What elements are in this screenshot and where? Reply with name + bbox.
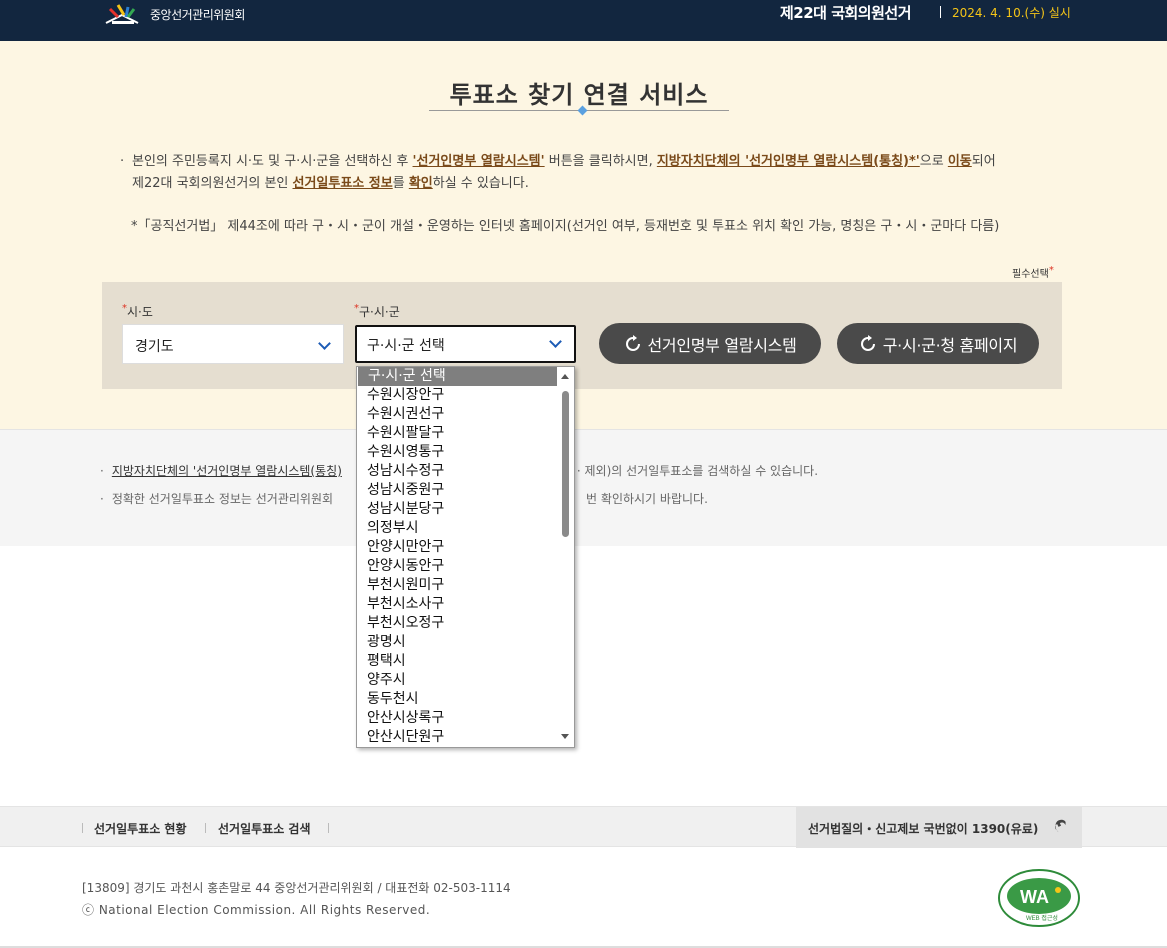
gu-label-wrap: *구·시·군 bbox=[354, 303, 400, 320]
nav-divider bbox=[82, 823, 83, 833]
footer-copyright: ⓒ National Election Commission. All Righ… bbox=[82, 903, 431, 917]
desc-text: 본인의 주민등록지 시·도 및 구·시·군을 선택하신 후 bbox=[132, 154, 413, 169]
polling-status-link[interactable]: 선거일투표소 현황 bbox=[94, 820, 187, 837]
dropdown-option[interactable]: 수원시영통구 bbox=[357, 443, 557, 462]
wa-text: WA bbox=[1020, 887, 1049, 907]
dropdown-option[interactable]: 부천시원미구 bbox=[357, 576, 557, 595]
info-section: · 지방자치단체의 '선거인명부 열람시스템(통칭) · 제외)의 선거일투표소를 … bbox=[0, 429, 1167, 546]
desc-text: 되어 bbox=[971, 154, 996, 169]
desc-highlight-polling-info: 선거일투표소 정보 bbox=[292, 176, 393, 191]
dropdown-option[interactable]: 안산시상록구 bbox=[357, 709, 557, 728]
service-description: · 본인의 주민등록지 시·도 및 구·시·군을 선택하신 후 '선거인명부 열… bbox=[120, 151, 1060, 195]
dropdown-option[interactable]: 광명시 bbox=[357, 633, 557, 652]
dropdown-option[interactable]: 수원시장안구 bbox=[357, 386, 557, 405]
dropdown-option[interactable]: 안양시만안구 bbox=[357, 538, 557, 557]
required-note: 필수선택* bbox=[1012, 265, 1054, 280]
dropdown-option[interactable]: 성남시수정구 bbox=[357, 462, 557, 481]
sido-label-wrap: *시·도 bbox=[122, 303, 153, 320]
dropdown-option[interactable]: 부천시소사구 bbox=[357, 595, 557, 614]
info-text: · 제외)의 선거일투표소를 검색하실 수 있습니다. bbox=[576, 464, 819, 478]
phone-icon bbox=[1055, 819, 1066, 833]
dropdown-option[interactable]: 성남시중원구 bbox=[357, 481, 557, 500]
bullet-icon: · bbox=[100, 492, 104, 506]
dropdown-option[interactable]: 동두천시 bbox=[357, 690, 557, 709]
title-divider bbox=[940, 6, 941, 18]
sido-label: 시·도 bbox=[127, 305, 153, 319]
nec-logo-icon bbox=[105, 4, 139, 24]
scroll-thumb[interactable] bbox=[562, 391, 569, 537]
dropdown-option[interactable]: 성남시분당구 bbox=[357, 500, 557, 519]
desc-text: 하실 수 있습니다. bbox=[432, 176, 529, 191]
gu-label: 구·시·군 bbox=[359, 305, 400, 319]
bullet-icon: · bbox=[120, 154, 125, 169]
registry-system-label: 선거인명부 열람시스템 bbox=[647, 335, 797, 355]
desc-text: 버튼을 클릭하시면, bbox=[544, 154, 657, 169]
district-homepage-label: 구·시·군·청 홈페이지 bbox=[882, 335, 1018, 355]
info-text: 정확한 선거일투표소 정보는 선거관리위원회 bbox=[111, 492, 334, 506]
logo-text: 중앙선거관리위원회 bbox=[150, 7, 245, 22]
refresh-icon bbox=[625, 334, 640, 351]
nec-logo[interactable]: 중앙선거관리위원회 bbox=[104, 0, 245, 28]
gu-select-value: 구·시·군 선택 bbox=[367, 338, 445, 354]
desc-text: 으로 bbox=[919, 154, 948, 169]
district-homepage-button[interactable]: 구·시·군·청 홈페이지 bbox=[837, 323, 1039, 364]
info-text: 번 확인하시기 바랍니다. bbox=[586, 492, 708, 506]
gu-select[interactable]: 구·시·군 선택 bbox=[355, 325, 576, 363]
sido-select[interactable]: 경기도 bbox=[122, 324, 344, 364]
sido-select-value: 경기도 bbox=[135, 339, 174, 355]
desc-highlight-move: 이동 bbox=[947, 154, 972, 169]
law-note: *「공직선거법」 제44조에 따라 구・시・군이 개설・운영하는 인터넷 홈페이… bbox=[131, 219, 1000, 234]
web-accessibility-badge-icon: WA WEB 접근성 bbox=[998, 869, 1080, 927]
desc-highlight-confirm: 확인 bbox=[408, 176, 433, 191]
polling-search-link[interactable]: 선거일투표소 검색 bbox=[218, 820, 311, 837]
dropdown-option[interactable]: 구·시·군 선택 bbox=[358, 367, 558, 386]
main-section: 투표소 찾기 연결 서비스 · 본인의 주민등록지 시·도 및 구·시·군을 선… bbox=[0, 41, 1167, 429]
dropdown-scrollbar[interactable] bbox=[557, 367, 574, 747]
local-system-link[interactable]: 지방자치단체의 '선거인명부 열람시스템(통칭) bbox=[112, 464, 342, 478]
dropdown-option[interactable]: 안산시단원구 bbox=[357, 728, 557, 747]
dropdown-option[interactable]: 평택시 bbox=[357, 652, 557, 671]
dropdown-option[interactable]: 수원시팔달구 bbox=[357, 424, 557, 443]
dropdown-option[interactable]: 수원시권선구 bbox=[357, 405, 557, 424]
scroll-up-icon[interactable] bbox=[561, 374, 569, 379]
chevron-down-icon bbox=[549, 335, 562, 348]
election-date: 2024. 4. 10.(수) 실시 bbox=[952, 6, 1071, 20]
nav-divider bbox=[205, 823, 206, 833]
scroll-down-icon[interactable] bbox=[561, 734, 569, 739]
bullet-icon: · bbox=[100, 464, 104, 478]
dropdown-option[interactable]: 안양시동안구 bbox=[357, 557, 557, 576]
required-label: 필수선택 bbox=[1012, 269, 1049, 280]
hotline-box: 선거법질의・신고제보 국번없이 1390(유료) bbox=[796, 807, 1082, 848]
refresh-icon bbox=[860, 334, 875, 351]
search-box: *시·도 *구·시·군 경기도 구·시·군 선택 선거인명부 열람시스템 구·시… bbox=[102, 282, 1062, 389]
desc-text: 를 bbox=[392, 176, 409, 191]
top-header: 중앙선거관리위원회 제22대 국회의원선거 2024. 4. 10.(수) 실시 bbox=[0, 0, 1167, 41]
desc-highlight-registry: '선거인명부 열람시스템' bbox=[412, 154, 545, 169]
gu-dropdown-list[interactable]: 구·시·군 선택 수원시장안구 수원시권선구 수원시팔달구 수원시영통구 성남시수정구 성남… bbox=[356, 366, 575, 748]
hotline-text: 선거법질의・신고제보 국번없이 1390(유료) bbox=[808, 822, 1039, 836]
footer-nav: 선거일투표소 현황 선거일투표소 검색 선거법질의・신고제보 국번없이 1390… bbox=[0, 806, 1167, 848]
dropdown-option[interactable]: 의정부시 bbox=[357, 519, 557, 538]
desc-highlight-local-system: 지방자치단체의 '선거인명부 열람시스템(통칭)*' bbox=[656, 154, 920, 169]
registry-system-button[interactable]: 선거인명부 열람시스템 bbox=[599, 323, 821, 364]
footer-address: [13809] 경기도 과천시 홍촌말로 44 중앙선거관리위원회 / 대표전화… bbox=[82, 881, 511, 895]
dropdown-option[interactable]: 양주시 bbox=[357, 671, 557, 690]
election-title: 제22대 국회의원선거 bbox=[780, 4, 912, 22]
page-title: 투표소 찾기 연결 서비스 bbox=[449, 81, 709, 109]
desc-text: 제22대 국회의원선거의 본인 bbox=[132, 176, 293, 191]
nav-divider bbox=[328, 823, 329, 833]
dropdown-options: 구·시·군 선택 수원시장안구 수원시권선구 수원시팔달구 수원시영통구 성남시수정구 성남… bbox=[357, 367, 574, 747]
required-star-icon: * bbox=[1048, 265, 1054, 276]
wa-sub-text: WEB 접근성 bbox=[1026, 914, 1058, 922]
dropdown-option[interactable]: 부천시오정구 bbox=[357, 614, 557, 633]
chevron-down-icon bbox=[318, 337, 331, 350]
